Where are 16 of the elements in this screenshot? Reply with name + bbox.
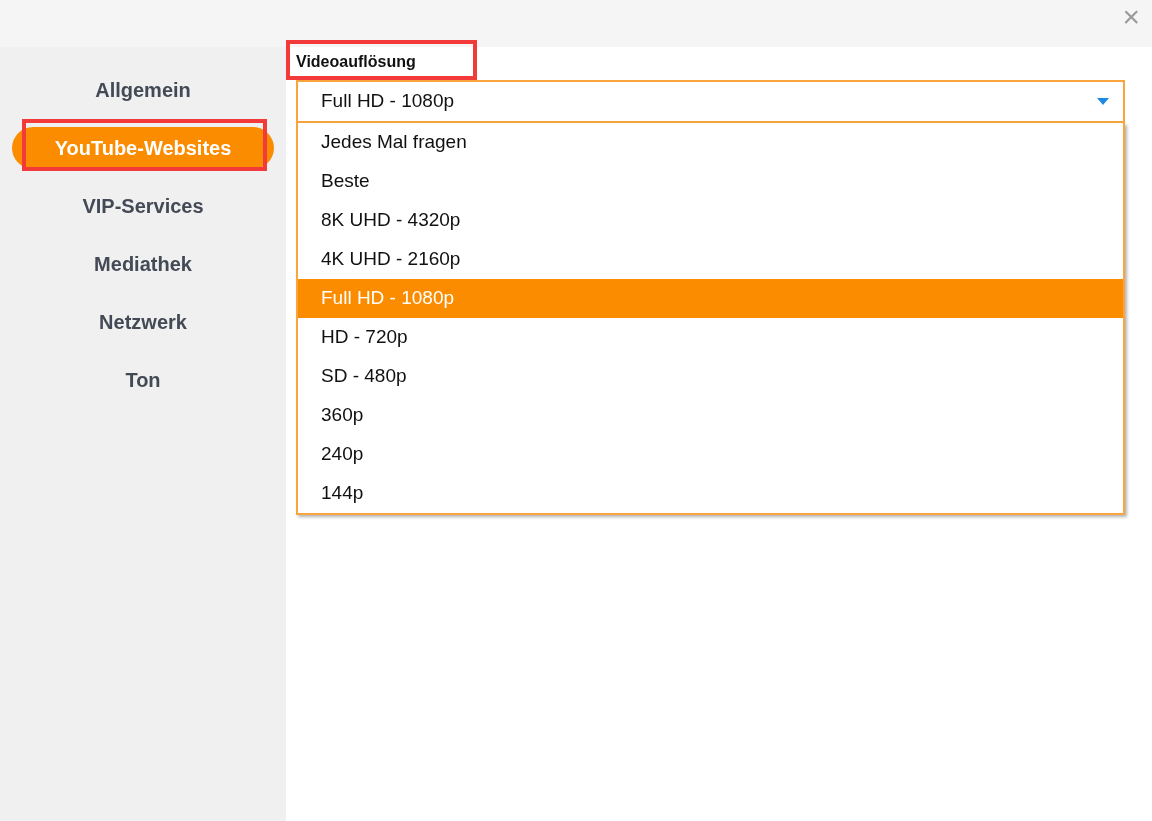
dropdown-option[interactable]: Jedes Mal fragen	[298, 123, 1123, 162]
sidebar-tab[interactable]: Allgemein	[12, 69, 274, 111]
dropdown-option[interactable]: HD - 720p	[298, 318, 1123, 357]
dropdown-option[interactable]: Beste	[298, 162, 1123, 201]
dropdown-option[interactable]: SD - 480p	[298, 357, 1123, 396]
dropdown-option[interactable]: 240p	[298, 435, 1123, 474]
dropdown-option[interactable]: 8K UHD - 4320p	[298, 201, 1123, 240]
sidebar-tab[interactable]: Ton	[12, 359, 274, 401]
dropdown-option[interactable]: 144p	[298, 474, 1123, 513]
sidebar-tab[interactable]: Netzwerk	[12, 301, 274, 343]
dropdown-option[interactable]: 360p	[298, 396, 1123, 435]
sidebar-tab[interactable]: VIP-Services	[12, 185, 274, 227]
resolution-dropdown[interactable]: Full HD - 1080p	[296, 80, 1125, 123]
sidebar-tab[interactable]: Mediathek	[12, 243, 274, 285]
dropdown-option[interactable]: 4K UHD - 2160p	[298, 240, 1123, 279]
setting-label: Videoauflösung	[296, 52, 416, 72]
